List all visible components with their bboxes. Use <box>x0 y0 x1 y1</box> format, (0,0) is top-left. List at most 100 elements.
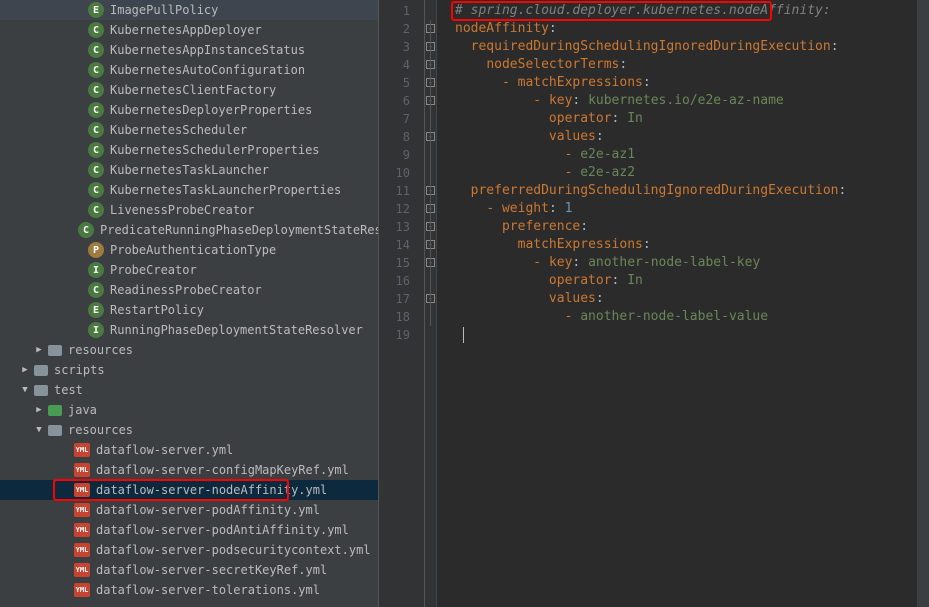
code-line[interactable]: values: <box>455 128 917 146</box>
class-icon: C <box>88 82 104 98</box>
line-number: 2 <box>387 20 410 38</box>
tree-item[interactable]: E RestartPolicy <box>0 300 378 320</box>
tree-item[interactable]: CKubernetesSchedulerProperties <box>0 140 378 160</box>
tree-item[interactable]: YMLdataflow-server-podAntiAffinity.yml <box>0 520 378 540</box>
line-number: 8 <box>387 128 410 146</box>
tree-item[interactable]: CKubernetesAppDeployer <box>0 20 378 40</box>
line-number: 1 <box>387 2 410 20</box>
tree-item-label: KubernetesAppDeployer <box>110 23 262 37</box>
tree-item[interactable]: resources <box>0 420 378 440</box>
class-icon: E <box>88 302 104 318</box>
tree-item[interactable]: resources <box>0 340 378 360</box>
line-number: 14 <box>387 236 410 254</box>
tree-item[interactable]: C KubernetesAutoConfiguration <box>0 60 378 80</box>
code-line[interactable]: # spring.cloud.deployer.kubernetes.nodeA… <box>455 2 917 20</box>
yml-file-icon: YML <box>74 443 90 457</box>
tree-item[interactable]: YMLdataflow-server-tolerations.yml <box>0 580 378 600</box>
code-line[interactable]: nodeSelectorTerms: <box>455 56 917 74</box>
tree-item-label: KubernetesTaskLauncher <box>110 163 269 177</box>
code-line[interactable]: - weight: 1 <box>455 200 917 218</box>
tree-item[interactable]: CKubernetesScheduler <box>0 120 378 140</box>
class-icon: C <box>88 162 104 178</box>
code-line[interactable]: - key: another-node-label-key <box>455 254 917 272</box>
code-line[interactable]: values: <box>455 290 917 308</box>
code-line[interactable]: operator: In <box>455 272 917 290</box>
tree-item-label: dataflow-server-secretKeyRef.yml <box>96 563 327 577</box>
tree-item[interactable]: C KubernetesAppInstanceStatus <box>0 40 378 60</box>
code-line[interactable]: nodeAffinity: <box>455 20 917 38</box>
tree-item[interactable]: scripts <box>0 360 378 380</box>
tree-item-label: KubernetesAutoConfiguration <box>110 63 305 77</box>
class-icon: C <box>88 102 104 118</box>
class-icon: C <box>88 142 104 158</box>
tree-item[interactable]: YML dataflow-server-secretKeyRef.yml <box>0 560 378 580</box>
code-area[interactable]: # spring.cloud.deployer.kubernetes.nodeA… <box>437 0 917 607</box>
expand-arrow-icon[interactable] <box>34 425 44 435</box>
tree-item[interactable]: CKubernetesClientFactory <box>0 80 378 100</box>
expand-arrow-icon[interactable] <box>20 385 30 395</box>
yml-file-icon: YML <box>74 543 90 557</box>
tree-item-label: KubernetesScheduler <box>110 123 247 137</box>
tree-item-label: KubernetesAppInstanceStatus <box>110 43 305 57</box>
tree-item[interactable]: YMLdataflow-server-configMapKeyRef.yml <box>0 460 378 480</box>
tree-item-label: RunningPhaseDeploymentStateResolver <box>110 323 363 337</box>
code-line[interactable]: - e2e-az1 <box>455 146 917 164</box>
class-icon: I <box>88 322 104 338</box>
fold-column[interactable]: ------------ <box>425 0 437 607</box>
expand-arrow-icon[interactable] <box>20 365 30 375</box>
code-editor[interactable]: 12345678910111213141516171819 ----------… <box>379 0 929 607</box>
line-number: 4 <box>387 56 410 74</box>
expand-arrow-icon[interactable] <box>34 345 44 355</box>
tree-item-label: KubernetesTaskLauncherProperties <box>110 183 341 197</box>
tree-item[interactable]: YMLdataflow-server-podAffinity.yml <box>0 500 378 520</box>
line-number: 17 <box>387 290 410 308</box>
tree-item-label: dataflow-server.yml <box>96 443 233 457</box>
yml-file-icon: YML <box>74 563 90 577</box>
tree-item[interactable]: CPredicateRunningPhaseDeploymentStateRes… <box>0 220 378 240</box>
expand-arrow-icon[interactable] <box>34 405 44 415</box>
tree-item[interactable]: java <box>0 400 378 420</box>
code-line[interactable]: preference: <box>455 218 917 236</box>
project-tree-sidebar[interactable]: EImagePullPolicyCKubernetesAppDeployerCK… <box>0 0 379 607</box>
tree-item[interactable]: EImagePullPolicy <box>0 0 378 20</box>
tree-item-label: dataflow-server-podsecuritycontext.yml <box>96 543 371 557</box>
tree-item[interactable]: YML dataflow-server.yml <box>0 440 378 460</box>
code-line[interactable]: - e2e-az2 <box>455 164 917 182</box>
tree-item[interactable]: CReadinessProbeCreator <box>0 280 378 300</box>
tree-item[interactable]: test <box>0 380 378 400</box>
tree-item[interactable]: IProbeCreator <box>0 260 378 280</box>
code-line[interactable]: preferredDuringSchedulingIgnoredDuringEx… <box>455 182 917 200</box>
tree-item[interactable]: PProbeAuthenticationType <box>0 240 378 260</box>
tree-item[interactable]: C KubernetesTaskLauncher <box>0 160 378 180</box>
code-line[interactable]: - key: kubernetes.io/e2e-az-name <box>455 92 917 110</box>
tree-item[interactable]: YMLdataflow-server-nodeAffinity.yml <box>0 480 378 500</box>
code-line[interactable] <box>455 326 917 344</box>
code-line[interactable]: - matchExpressions: <box>455 74 917 92</box>
line-number: 13 <box>387 218 410 236</box>
tree-item[interactable]: C KubernetesTaskLauncherProperties <box>0 180 378 200</box>
folder-icon <box>48 405 62 416</box>
class-icon: C <box>88 42 104 58</box>
tree-item-label: ProbeCreator <box>110 263 197 277</box>
tree-item[interactable]: CLivenessProbeCreator <box>0 200 378 220</box>
class-icon: C <box>78 222 94 238</box>
tree-item-label: RestartPolicy <box>110 303 204 317</box>
tree-item-label: dataflow-server-tolerations.yml <box>96 583 320 597</box>
tree-item[interactable]: C KubernetesDeployerProperties <box>0 100 378 120</box>
editor-scrollbar[interactable] <box>917 0 929 607</box>
code-line[interactable]: - another-node-label-value <box>455 308 917 326</box>
line-number-gutter: 12345678910111213141516171819 <box>379 0 425 607</box>
tree-item-label: dataflow-server-configMapKeyRef.yml <box>96 463 349 477</box>
code-line[interactable]: requiredDuringSchedulingIgnoredDuringExe… <box>455 38 917 56</box>
code-line[interactable]: operator: In <box>455 110 917 128</box>
tree-item-label: KubernetesDeployerProperties <box>110 103 312 117</box>
tree-item[interactable]: I RunningPhaseDeploymentStateResolver <box>0 320 378 340</box>
line-number: 9 <box>387 146 410 164</box>
code-line[interactable]: matchExpressions: <box>455 236 917 254</box>
class-icon: C <box>88 182 104 198</box>
tree-item[interactable]: YML dataflow-server-podsecuritycontext.ym… <box>0 540 378 560</box>
class-icon: C <box>88 62 104 78</box>
yml-file-icon: YML <box>74 483 90 497</box>
folder-icon <box>34 385 48 396</box>
class-icon: C <box>88 282 104 298</box>
